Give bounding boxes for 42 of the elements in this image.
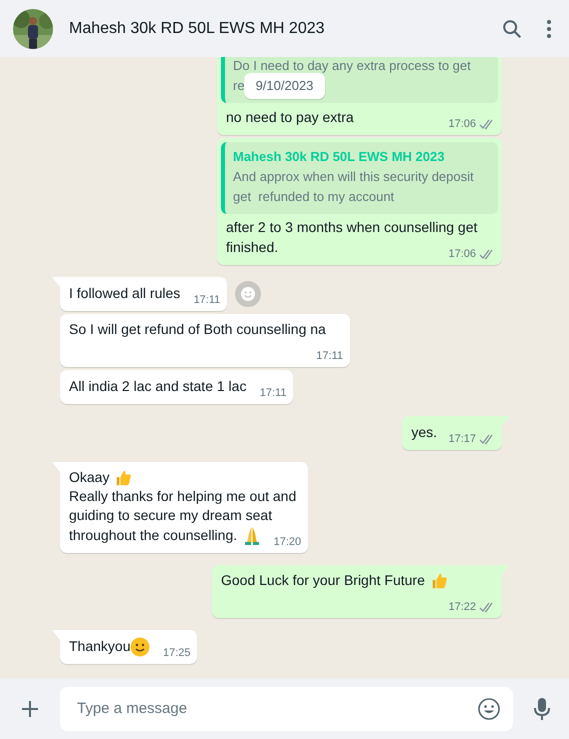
message-time: 17:11	[194, 293, 220, 307]
avatar[interactable]	[13, 8, 53, 48]
message-time: 17:20	[274, 535, 302, 549]
message-text: All india 2 lac and state 1 lac	[69, 377, 246, 396]
message-time: 17:06	[448, 247, 476, 261]
message-text: Thankyou	[69, 637, 130, 656]
message-time: 17:11	[260, 386, 286, 400]
quoted-message[interactable]: Mahesh 30k RD 50L EWS MH 2023 And approx when will this security deposit get refunded to my account	[221, 142, 498, 214]
message-time: 17:25	[162, 646, 190, 660]
date-toast: 9/10/2023	[244, 73, 326, 99]
quoted-text: get refunded to my account	[233, 188, 394, 206]
message-time: 17:17	[448, 432, 476, 446]
message-text: throughout the counselling.	[69, 526, 238, 545]
thumbs-up-icon	[114, 468, 132, 486]
message-text: no need to pay extra	[226, 108, 354, 127]
plus-icon	[20, 698, 40, 718]
message-text: So I will get refund of Both counselling na	[69, 320, 326, 339]
message-time: 17:22	[448, 600, 476, 614]
message-text: yes.	[411, 423, 437, 442]
smiling-face-icon	[130, 636, 150, 656]
message-text: Really thanks for helping me out and	[69, 487, 296, 506]
emoji-icon[interactable]	[477, 696, 501, 720]
message-text: Good Luck for your Bright Future	[221, 571, 425, 590]
message-time: 17:11	[316, 349, 343, 363]
menu-icon	[547, 20, 551, 38]
chat-title: Mahesh 30k RD 50L EWS MH 2023	[69, 20, 326, 38]
message-text: finished.	[226, 238, 278, 257]
smiley-icon	[240, 286, 256, 302]
message-text: Okaay	[69, 468, 110, 487]
praying-hands-icon	[243, 526, 262, 546]
quoted-text: Do I need to day any extra process to get	[233, 57, 471, 75]
message-text: I followed all rules	[69, 284, 180, 303]
search-icon	[501, 18, 523, 40]
thumbs-up-icon	[430, 572, 448, 590]
message-text: guiding to secure my dream seat	[69, 506, 272, 525]
message-input[interactable]: Type a message	[60, 686, 513, 730]
microphone-icon	[533, 696, 551, 720]
quoted-text: re	[233, 77, 245, 95]
quoted-text: And approx when will this security deposit	[233, 168, 474, 186]
quoted-sender: Mahesh 30k RD 50L EWS MH 2023	[233, 148, 446, 166]
message-time: 17:06	[448, 117, 476, 131]
message-text: after 2 to 3 months when counselling get	[226, 218, 478, 237]
